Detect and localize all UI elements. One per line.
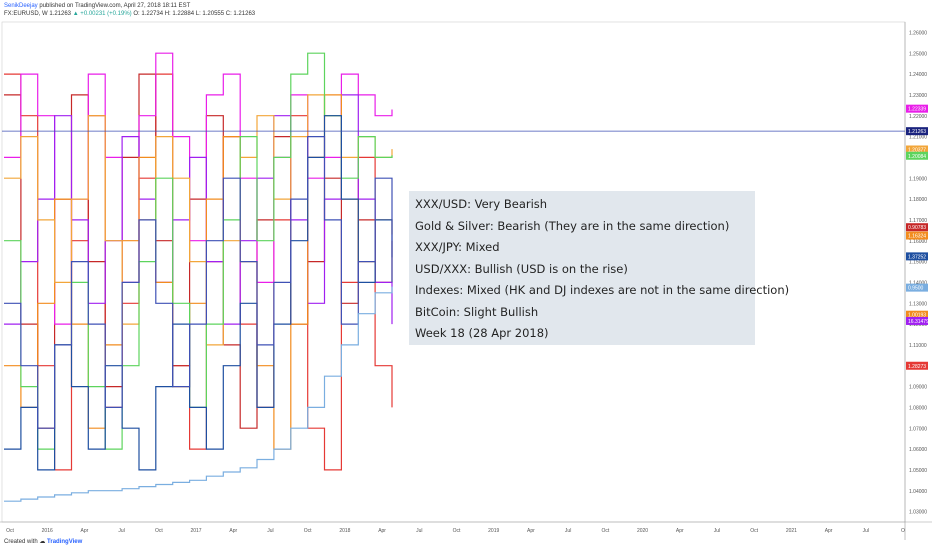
x-tick-label: Jul <box>416 528 422 534</box>
y-tick-label: 1.19000 <box>909 176 927 182</box>
y-tick-label: 1.26000 <box>909 30 927 36</box>
y-tick-label: 1.22000 <box>909 114 927 120</box>
x-tick-label: Jul <box>863 528 869 534</box>
annotation-line: Week 18 (28 Apr 2018) <box>415 326 549 340</box>
y-tick-label: 1.06000 <box>909 447 927 453</box>
price-tag-label: 1.21263 <box>908 129 926 135</box>
y-tick-label: 1.24000 <box>909 72 927 78</box>
price-tag-label: 1.22339 <box>908 107 926 113</box>
ohlc-values: O: 1.22734 H: 1.22884 L: 1.20555 C: 1.21… <box>133 11 256 17</box>
published-text: published on TradingView.com, April 27, … <box>37 3 191 9</box>
x-tick-label: 2020 <box>637 528 648 534</box>
y-tick-label: 1.16000 <box>909 239 927 245</box>
price-change: ▲ +0.00231 (+0.19%) <box>72 11 132 17</box>
x-tick-label: Apr <box>81 528 89 534</box>
x-tick-label: 2018 <box>339 528 350 534</box>
x-tick-label: Apr <box>676 528 684 534</box>
author-link[interactable]: SenikDeejay <box>4 3 38 9</box>
publisher-line: SenikDeejay published on TradingView.com… <box>4 2 255 10</box>
x-tick-label: Oct <box>6 528 14 534</box>
annotation-line: Indexes: Mixed (HK and DJ indexes are no… <box>415 283 790 297</box>
symbol-info: FX:EURUSD, W 1.21263 <box>4 11 72 17</box>
symbol-line: FX:EURUSD, W 1.21263 ▲ +0.00231 (+0.19%)… <box>4 10 255 18</box>
annotation-line: BitCoin: Slight Bullish <box>415 304 539 319</box>
x-tick-label: Oct <box>155 528 163 534</box>
annotation-line: Gold & Silver: Bearish (They are in the … <box>415 218 730 233</box>
price-tag-label: 1.28273 <box>908 364 926 370</box>
y-tick-label: 1.21000 <box>909 135 927 141</box>
price-tag-label: 0.90783 <box>908 225 926 231</box>
annotation-box: XXX/USD: Very Bearish Gold & Silver: Bear… <box>409 191 790 345</box>
x-tick-label: Oct <box>750 528 758 534</box>
tradingview-logo-icon: ☁ <box>39 539 46 545</box>
price-tag-label: 1.16324 <box>908 234 926 240</box>
annotation-line: XXX/USD: Very Bearish <box>415 197 548 211</box>
x-tick-label: Jul <box>118 528 124 534</box>
footer: Created with ☁ TradingView <box>4 538 82 545</box>
x-tick-label: Apr <box>378 528 386 534</box>
price-tag-label: 1.37252 <box>908 254 926 260</box>
price-tag-label: 0.9500 <box>908 286 924 292</box>
y-tick-label: 1.09000 <box>909 385 927 391</box>
y-tick-label: 1.03000 <box>909 510 927 516</box>
x-tick-label: Oct <box>453 528 461 534</box>
y-tick-label: 1.17000 <box>909 218 927 224</box>
x-tick-label: Apr <box>229 528 237 534</box>
price-tag-label: 16.31479 <box>908 319 929 325</box>
x-tick-label: 2021 <box>786 528 797 534</box>
x-tick-label: Oct <box>601 528 609 534</box>
y-tick-label: 1.07000 <box>909 426 927 432</box>
annotation-line: XXX/JPY: Mixed <box>415 240 500 254</box>
x-tick-label: O <box>901 528 905 534</box>
price-tag-label: 1.20084 <box>908 154 926 160</box>
x-tick-label: 2016 <box>42 528 53 534</box>
y-tick-label: 1.13000 <box>909 301 927 307</box>
annotation-line: USD/XXX: Bullish (USD is on the rise) <box>415 261 628 276</box>
chart-header: SenikDeejay published on TradingView.com… <box>4 2 255 18</box>
y-tick-label: 1.25000 <box>909 51 927 57</box>
y-tick-label: 1.15000 <box>909 260 927 266</box>
y-tick-label: 1.05000 <box>909 468 927 474</box>
y-tick-label: 1.08000 <box>909 405 927 411</box>
created-with-text: Created with <box>4 539 38 545</box>
x-tick-label: Oct <box>304 528 312 534</box>
tradingview-brand[interactable]: TradingView <box>47 539 82 545</box>
x-tick-label: Jul <box>565 528 571 534</box>
y-tick-label: 1.23000 <box>909 93 927 99</box>
x-tick-label: 2017 <box>190 528 201 534</box>
x-tick-label: Jul <box>267 528 273 534</box>
y-tick-label: 1.11000 <box>909 343 927 349</box>
x-tick-label: Apr <box>527 528 535 534</box>
x-tick-label: Jul <box>714 528 720 534</box>
y-tick-label: 1.04000 <box>909 489 927 495</box>
x-tick-label: 2019 <box>488 528 499 534</box>
x-tick-label: Apr <box>825 528 833 534</box>
y-tick-label: 1.18000 <box>909 197 927 203</box>
